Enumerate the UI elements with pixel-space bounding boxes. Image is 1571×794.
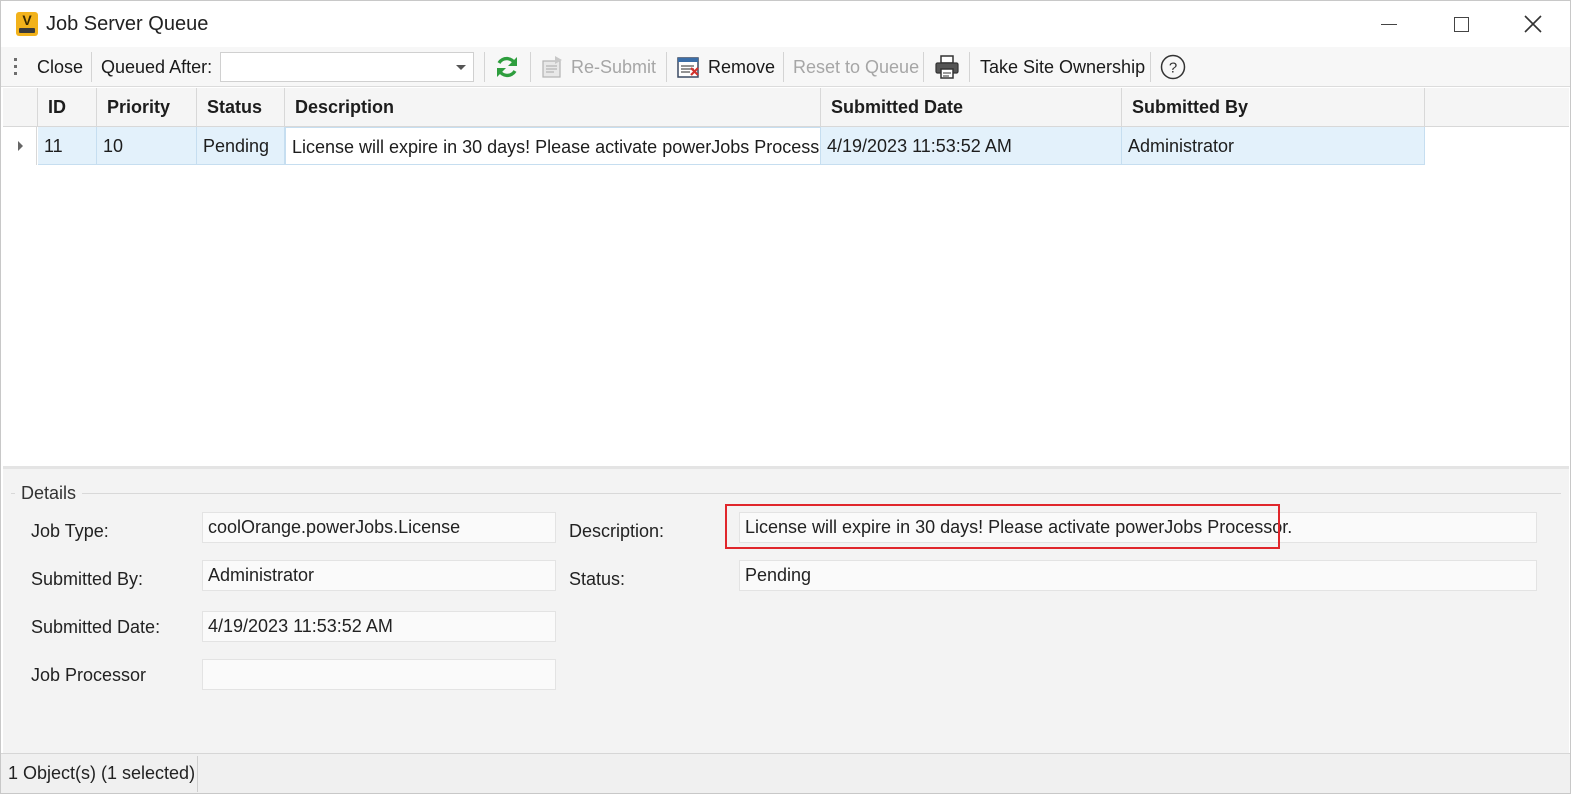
chevron-down-icon[interactable] <box>456 65 466 70</box>
printer-icon <box>935 55 959 79</box>
take-site-ownership-button[interactable]: Take Site Ownership <box>980 55 1145 79</box>
grid-header: ID Priority Status Description Submitted… <box>3 88 1569 127</box>
help-button[interactable]: ? <box>1160 54 1186 80</box>
status-label: Status: <box>569 569 626 589</box>
submitted-by-label: Submitted By: <box>31 569 144 589</box>
toolbar-separator <box>923 52 924 82</box>
queued-after-combo[interactable] <box>220 52 474 82</box>
app-icon-letter: V <box>22 12 32 28</box>
toolbar-separator <box>969 52 970 82</box>
cell-submitted-by[interactable]: Administrator <box>1122 127 1425 165</box>
details-panel: Details Job Type: coolOrange.powerJobs.L… <box>3 469 1569 753</box>
submitted-date-field[interactable]: 4/19/2023 11:53:52 AM <box>202 611 556 642</box>
selection-count-status: 1 Object(s) (1 selected) <box>8 763 196 783</box>
resubmit-button[interactable]: Re-Submit <box>571 55 656 79</box>
status-separator <box>197 756 198 792</box>
toolbar-separator <box>484 52 485 82</box>
column-header-priority[interactable]: Priority <box>97 88 197 127</box>
toolbar-separator <box>1150 52 1151 82</box>
remove-icon <box>676 54 702 80</box>
status-bar: 1 Object(s) (1 selected) <box>1 753 1570 793</box>
column-header-submitted-date[interactable]: Submitted Date <box>821 88 1122 127</box>
title-bar: V Job Server Queue <box>1 1 1570 47</box>
details-group-title: Details <box>15 483 83 504</box>
toolbar-grip-icon[interactable] <box>14 58 17 76</box>
cell-priority[interactable]: 10 <box>97 127 197 165</box>
details-group-border <box>11 493 1561 494</box>
maximize-icon <box>1453 16 1469 32</box>
job-processor-label: Job Processor <box>31 665 147 685</box>
window-title: Job Server Queue <box>46 13 209 35</box>
remove-button[interactable]: Remove <box>708 55 775 79</box>
minimize-button[interactable] <box>1354 1 1424 47</box>
job-type-field[interactable]: coolOrange.powerJobs.License <box>202 512 556 543</box>
close-button[interactable]: Close <box>37 55 83 79</box>
reset-to-queue-button[interactable]: Reset to Queue <box>793 55 919 79</box>
toolbar-separator <box>783 52 784 82</box>
submitted-date-label: Submitted Date: <box>31 617 161 637</box>
job-type-label: Job Type: <box>31 521 109 541</box>
refresh-icon <box>497 56 517 78</box>
maximize-button[interactable] <box>1426 1 1496 47</box>
toolbar-separator <box>530 52 531 82</box>
help-icon: ? <box>1160 54 1186 80</box>
minimize-icon <box>1381 23 1397 25</box>
print-button[interactable] <box>934 54 960 80</box>
app-icon-bar <box>19 28 35 33</box>
column-header-status[interactable]: Status <box>197 88 285 127</box>
cell-submitted-date[interactable]: 4/19/2023 11:53:52 AM <box>821 127 1122 165</box>
cell-status[interactable]: Pending <box>197 127 285 165</box>
job-queue-grid: ID Priority Status Description Submitted… <box>3 88 1569 466</box>
toolbar-separator <box>91 52 92 82</box>
current-row-arrow-icon <box>18 141 23 151</box>
cell-id[interactable]: 11 <box>38 127 97 165</box>
toolbar: Close Queued After: Re-Submit Remove Res… <box>1 47 1570 87</box>
toolbar-separator <box>666 52 667 82</box>
job-server-queue-window: V Job Server Queue Close Queued After: R… <box>0 0 1571 794</box>
resubmit-icon <box>540 54 566 80</box>
close-window-button[interactable] <box>1498 1 1568 47</box>
status-field[interactable]: Pending <box>739 560 1537 591</box>
help-glyph: ? <box>1169 60 1177 77</box>
column-header-description[interactable]: Description <box>285 88 821 127</box>
column-header-id[interactable]: ID <box>38 88 97 127</box>
row-selector[interactable] <box>3 127 37 165</box>
cell-description[interactable]: License will expire in 30 days! Please a… <box>285 127 821 165</box>
close-icon <box>1524 15 1542 33</box>
description-label: Description: <box>569 521 665 541</box>
table-row[interactable]: 11 10 Pending License will expire in 30 … <box>38 127 1425 165</box>
submitted-by-field[interactable]: Administrator <box>202 560 556 591</box>
queued-after-label: Queued After: <box>101 57 213 77</box>
column-header-submitted-by[interactable]: Submitted By <box>1122 88 1425 127</box>
job-processor-field[interactable] <box>202 659 556 690</box>
vault-app-icon: V <box>16 12 38 36</box>
row-header-corner <box>3 88 38 127</box>
highlight-annotation-box <box>725 504 1280 549</box>
refresh-button[interactable] <box>494 54 520 80</box>
